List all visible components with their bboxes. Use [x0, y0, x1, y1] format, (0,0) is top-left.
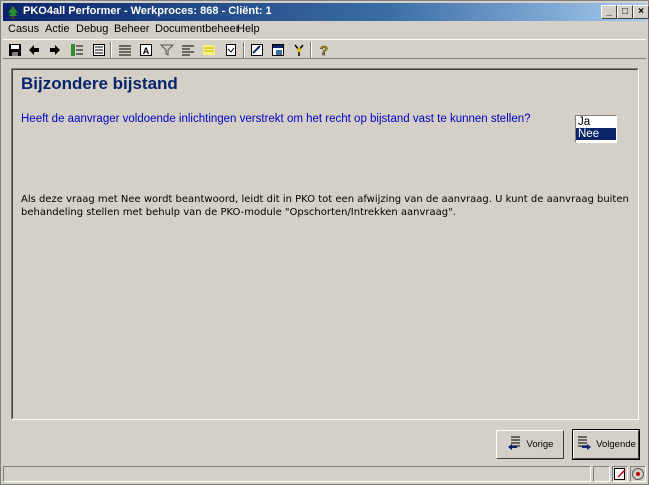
maximize-button[interactable]: □ [617, 5, 633, 19]
page-title: Bijzondere bijstand [21, 74, 178, 93]
question-text: Heeft de aanvrager voldoende inlichtinge… [21, 113, 531, 125]
funnel-icon[interactable] [159, 42, 175, 58]
previous-button-label: Vorige [526, 439, 554, 450]
option-ja[interactable]: Ja [576, 116, 616, 128]
status-bar [3, 465, 646, 483]
svg-text:A: A [143, 46, 150, 56]
forward-arrow-icon[interactable] [47, 42, 63, 58]
minimize-button[interactable]: _ [601, 5, 617, 19]
option-nee[interactable]: Nee [576, 128, 616, 140]
status-cell [593, 466, 610, 482]
previous-button[interactable]: Vorige [496, 430, 564, 459]
note-icon[interactable] [201, 42, 217, 58]
menu-actie[interactable]: Actie [45, 23, 69, 35]
form-icon[interactable] [249, 42, 265, 58]
title-bar[interactable]: PKO4all Performer - Werkproces: 868 - Cl… [3, 3, 649, 21]
back-arrow-icon[interactable] [26, 42, 42, 58]
list-icon[interactable] [91, 42, 107, 58]
edit-document-icon[interactable] [612, 466, 628, 482]
next-button-label: Volgende [596, 439, 636, 450]
info-text: Als deze vraag met Nee wordt beantwoord,… [21, 194, 629, 218]
text-icon[interactable]: A [138, 42, 154, 58]
tree-logo-icon [6, 5, 20, 19]
toolbar-separator [243, 42, 245, 58]
help-icon[interactable]: ? [316, 42, 332, 58]
answer-listbox[interactable]: Ja Nee [575, 115, 617, 143]
branch-icon[interactable] [291, 42, 307, 58]
next-button[interactable]: Volgende [572, 429, 640, 460]
network-icon[interactable] [630, 466, 646, 482]
content-panel: Bijzondere bijstand Heeft de aanvrager v… [11, 68, 639, 420]
back-document-icon [507, 435, 523, 454]
window-icon[interactable] [270, 42, 286, 58]
menu-bar: Casus Actie Debug Beheer Documentbeheer … [3, 22, 646, 38]
menu-casus[interactable]: Casus [8, 23, 39, 35]
status-message-cell [3, 466, 591, 482]
toolbar-separator [310, 42, 312, 58]
close-button[interactable]: × [633, 5, 649, 19]
document-icon[interactable] [223, 42, 239, 58]
menu-help[interactable]: Help [237, 23, 260, 35]
svg-text:?: ? [320, 43, 328, 57]
menu-debug[interactable]: Debug [76, 23, 108, 35]
details-icon[interactable] [117, 42, 133, 58]
tree-icon[interactable] [69, 42, 85, 58]
align-icon[interactable] [180, 42, 196, 58]
window-title: PKO4all Performer - Werkproces: 868 - Cl… [23, 5, 272, 17]
menu-beheer[interactable]: Beheer [114, 23, 149, 35]
application-window: PKO4all Performer - Werkproces: 868 - Cl… [0, 0, 649, 485]
toolbar-separator [110, 42, 112, 58]
toolbar: A ? [3, 39, 646, 59]
forward-document-icon [576, 435, 592, 454]
menu-documentbeheer[interactable]: Documentbeheer [155, 23, 239, 35]
save-icon[interactable] [7, 42, 23, 58]
